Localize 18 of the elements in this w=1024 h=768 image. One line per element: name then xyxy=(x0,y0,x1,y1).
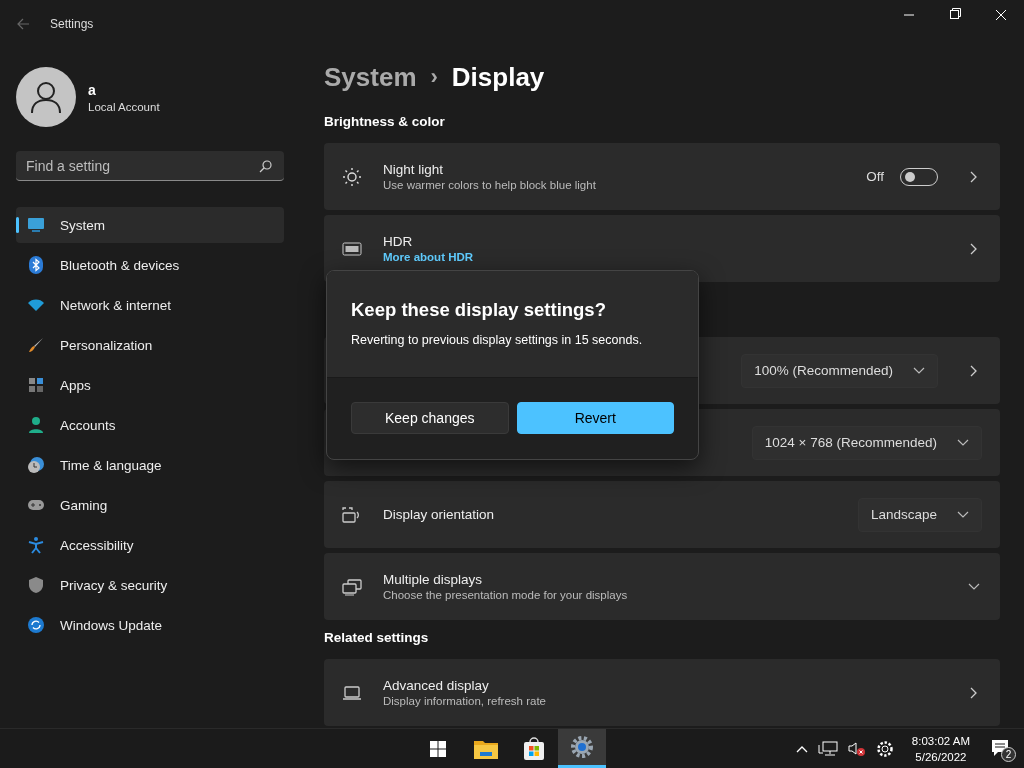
row-title: Advanced display xyxy=(383,678,490,693)
toggle-state-label: Off xyxy=(866,169,884,184)
row-description: Choose the presentation mode for your displays xyxy=(383,589,629,601)
account-name: a xyxy=(88,81,97,98)
row-description: Use warmer colors to help block blue light xyxy=(383,179,597,191)
window-title: Settings xyxy=(50,17,94,31)
page-title: Display xyxy=(451,61,545,93)
row-title: HDR xyxy=(383,234,414,249)
row-description: Display information, refresh rate xyxy=(383,695,547,707)
row-title: Display orientation xyxy=(383,507,496,522)
section-heading: Brightness & color xyxy=(324,114,446,131)
dialog-message: Reverting to previous display settings in 15 seconds. xyxy=(351,333,644,347)
breadcrumb-separator: › xyxy=(430,64,438,90)
row-title: Multiple displays xyxy=(383,572,484,587)
dialog-title: Keep these display settings? xyxy=(351,298,607,321)
row-title: Night light xyxy=(383,162,445,177)
section-heading: Related settings xyxy=(324,630,430,647)
account-type: Local Account xyxy=(88,100,160,113)
